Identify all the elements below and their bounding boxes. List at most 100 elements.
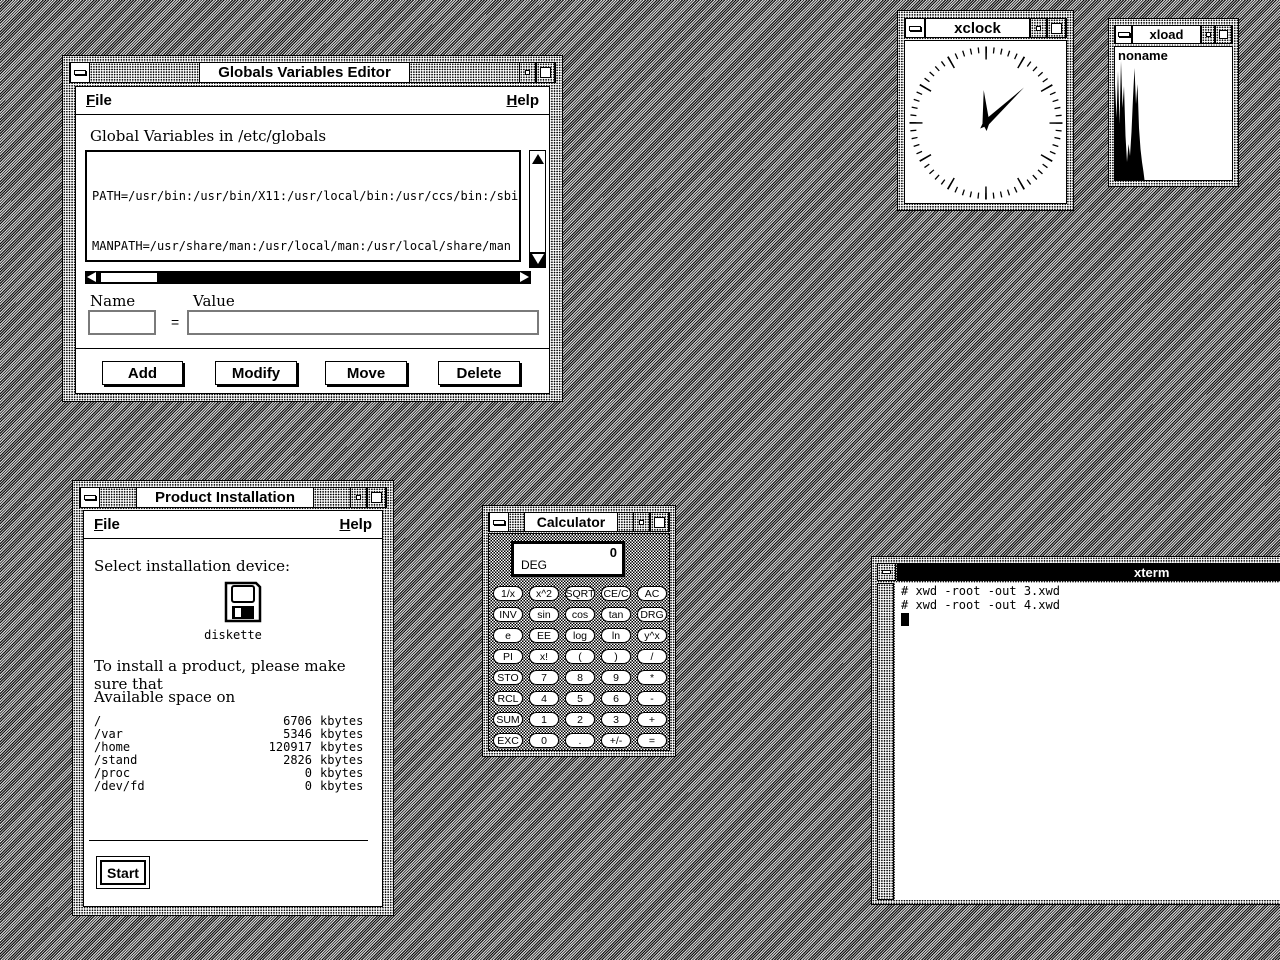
- vertical-scrollbar[interactable]: [529, 150, 546, 268]
- modify-button[interactable]: Modify: [215, 361, 297, 385]
- titlebar-fill: [509, 513, 524, 531]
- xclock-window: xclock: [897, 10, 1074, 211]
- key-5[interactable]: 5: [565, 691, 595, 706]
- key-log[interactable]: log: [565, 628, 595, 643]
- key-1[interactable]: 1: [529, 712, 559, 727]
- maximize-button[interactable]: [1047, 19, 1066, 37]
- key-subtract[interactable]: -: [637, 691, 667, 706]
- variables-list[interactable]: PATH=/usr/bin:/usr/bin/X11:/usr/local/bi…: [85, 150, 521, 262]
- menu-help[interactable]: Help: [506, 92, 539, 109]
- add-button[interactable]: Add: [102, 361, 183, 385]
- menu-file[interactable]: File: [94, 516, 120, 533]
- key-all-clear[interactable]: AC: [637, 586, 667, 601]
- window-menu-button[interactable]: [905, 19, 925, 37]
- value-input[interactable]: [187, 310, 539, 335]
- key-close-paren[interactable]: ): [601, 649, 631, 664]
- key-3[interactable]: 3: [601, 712, 631, 727]
- scroll-right-icon[interactable]: [520, 272, 529, 282]
- key-inv[interactable]: INV: [493, 607, 523, 622]
- xterm-scrollbar[interactable]: [877, 583, 894, 900]
- minimize-button[interactable]: [633, 513, 650, 531]
- diskette-icon[interactable]: [224, 581, 262, 623]
- key-equals[interactable]: =: [637, 733, 667, 748]
- key-power[interactable]: y^x: [637, 628, 667, 643]
- minimize-button[interactable]: [1201, 26, 1215, 43]
- minimize-icon: [1036, 26, 1041, 31]
- menu-file[interactable]: File: [86, 92, 112, 109]
- maximize-button[interactable]: [367, 488, 386, 507]
- window-menu-button[interactable]: [489, 513, 509, 531]
- terminal-line: # xwd -root -out 4.xwd: [901, 599, 1280, 613]
- name-input[interactable]: [88, 310, 156, 335]
- globals-heading: Global Variables in /etc/globals: [90, 127, 326, 145]
- equals-sign: =: [171, 314, 179, 330]
- delete-button[interactable]: Delete: [438, 361, 520, 385]
- key-8[interactable]: 8: [565, 670, 595, 685]
- key-ln[interactable]: ln: [601, 628, 631, 643]
- window-menu-icon: [1118, 32, 1130, 37]
- product-titlebar[interactable]: Product Installation: [79, 487, 387, 508]
- window-menu-button[interactable]: [1115, 26, 1132, 43]
- key-cos[interactable]: cos: [565, 607, 595, 622]
- maximize-button[interactable]: [536, 63, 555, 82]
- key-exc[interactable]: EXC: [493, 733, 523, 748]
- window-menu-button[interactable]: [70, 63, 90, 82]
- titlebar-fill: [618, 513, 633, 531]
- horizontal-scrollbar[interactable]: [85, 271, 531, 284]
- key-tan[interactable]: tan: [601, 607, 631, 622]
- key-e[interactable]: e: [493, 628, 523, 643]
- window-menu-button[interactable]: [877, 563, 896, 581]
- scroll-up-icon[interactable]: [532, 154, 544, 164]
- select-device-label: Select installation device:: [94, 557, 290, 575]
- minimize-button[interactable]: [1030, 19, 1047, 37]
- key-divide[interactable]: /: [637, 649, 667, 664]
- key-sum[interactable]: SUM: [493, 712, 523, 727]
- key-clear-entry[interactable]: CE/C: [601, 586, 631, 601]
- window-menu-icon: [74, 70, 86, 75]
- minimize-button[interactable]: [350, 488, 367, 507]
- terminal-content[interactable]: # xwd -root -out 3.xwd # xwd -root -out …: [895, 583, 1280, 900]
- start-button[interactable]: Start: [100, 860, 146, 885]
- xload-titlebar[interactable]: xload: [1114, 25, 1233, 44]
- hour-hand: [983, 90, 990, 131]
- key-sin[interactable]: sin: [529, 607, 559, 622]
- key-open-paren[interactable]: (: [565, 649, 595, 664]
- xclock-titlebar[interactable]: xclock: [904, 18, 1067, 38]
- key-drg[interactable]: DRG: [637, 607, 667, 622]
- key-decimal[interactable]: .: [565, 733, 595, 748]
- maximize-button[interactable]: [1215, 26, 1232, 43]
- scroll-down-button[interactable]: [530, 252, 545, 267]
- variable-line[interactable]: MANPATH=/usr/share/man:/usr/local/man:/u…: [92, 238, 514, 255]
- window-menu-icon: [882, 570, 891, 574]
- menu-help[interactable]: Help: [339, 516, 372, 533]
- maximize-icon: [1051, 23, 1062, 34]
- key-factorial[interactable]: x!: [529, 649, 559, 664]
- key-sqrt[interactable]: SQRT: [565, 586, 595, 601]
- key-ee[interactable]: EE: [529, 628, 559, 643]
- window-menu-button[interactable]: [80, 488, 100, 507]
- minimize-button[interactable]: [519, 63, 536, 82]
- key-square[interactable]: x^2: [529, 586, 559, 601]
- variable-line[interactable]: PATH=/usr/bin:/usr/bin/X11:/usr/local/bi…: [92, 188, 514, 205]
- calculator-titlebar[interactable]: Calculator: [488, 512, 670, 532]
- key-plus-minus[interactable]: +/-: [601, 733, 631, 748]
- key-9[interactable]: 9: [601, 670, 631, 685]
- move-button[interactable]: Move: [325, 361, 407, 385]
- scroll-left-icon[interactable]: [87, 272, 96, 282]
- key-add[interactable]: +: [637, 712, 667, 727]
- key-sto[interactable]: STO: [493, 670, 523, 685]
- key-0[interactable]: 0: [529, 733, 559, 748]
- globals-titlebar[interactable]: Globals Variables Editor: [69, 62, 556, 83]
- key-6[interactable]: 6: [601, 691, 631, 706]
- key-rcl[interactable]: RCL: [493, 691, 523, 706]
- key-2[interactable]: 2: [565, 712, 595, 727]
- key-reciprocal[interactable]: 1/x: [493, 586, 523, 601]
- key-7[interactable]: 7: [529, 670, 559, 685]
- scrollbar-thumb[interactable]: [100, 272, 158, 283]
- key-multiply[interactable]: *: [637, 670, 667, 685]
- key-pi[interactable]: PI: [493, 649, 523, 664]
- key-4[interactable]: 4: [529, 691, 559, 706]
- xterm-titlebar[interactable]: xterm: [897, 563, 1280, 581]
- window-title: Calculator: [524, 513, 618, 531]
- maximize-button[interactable]: [650, 513, 669, 531]
